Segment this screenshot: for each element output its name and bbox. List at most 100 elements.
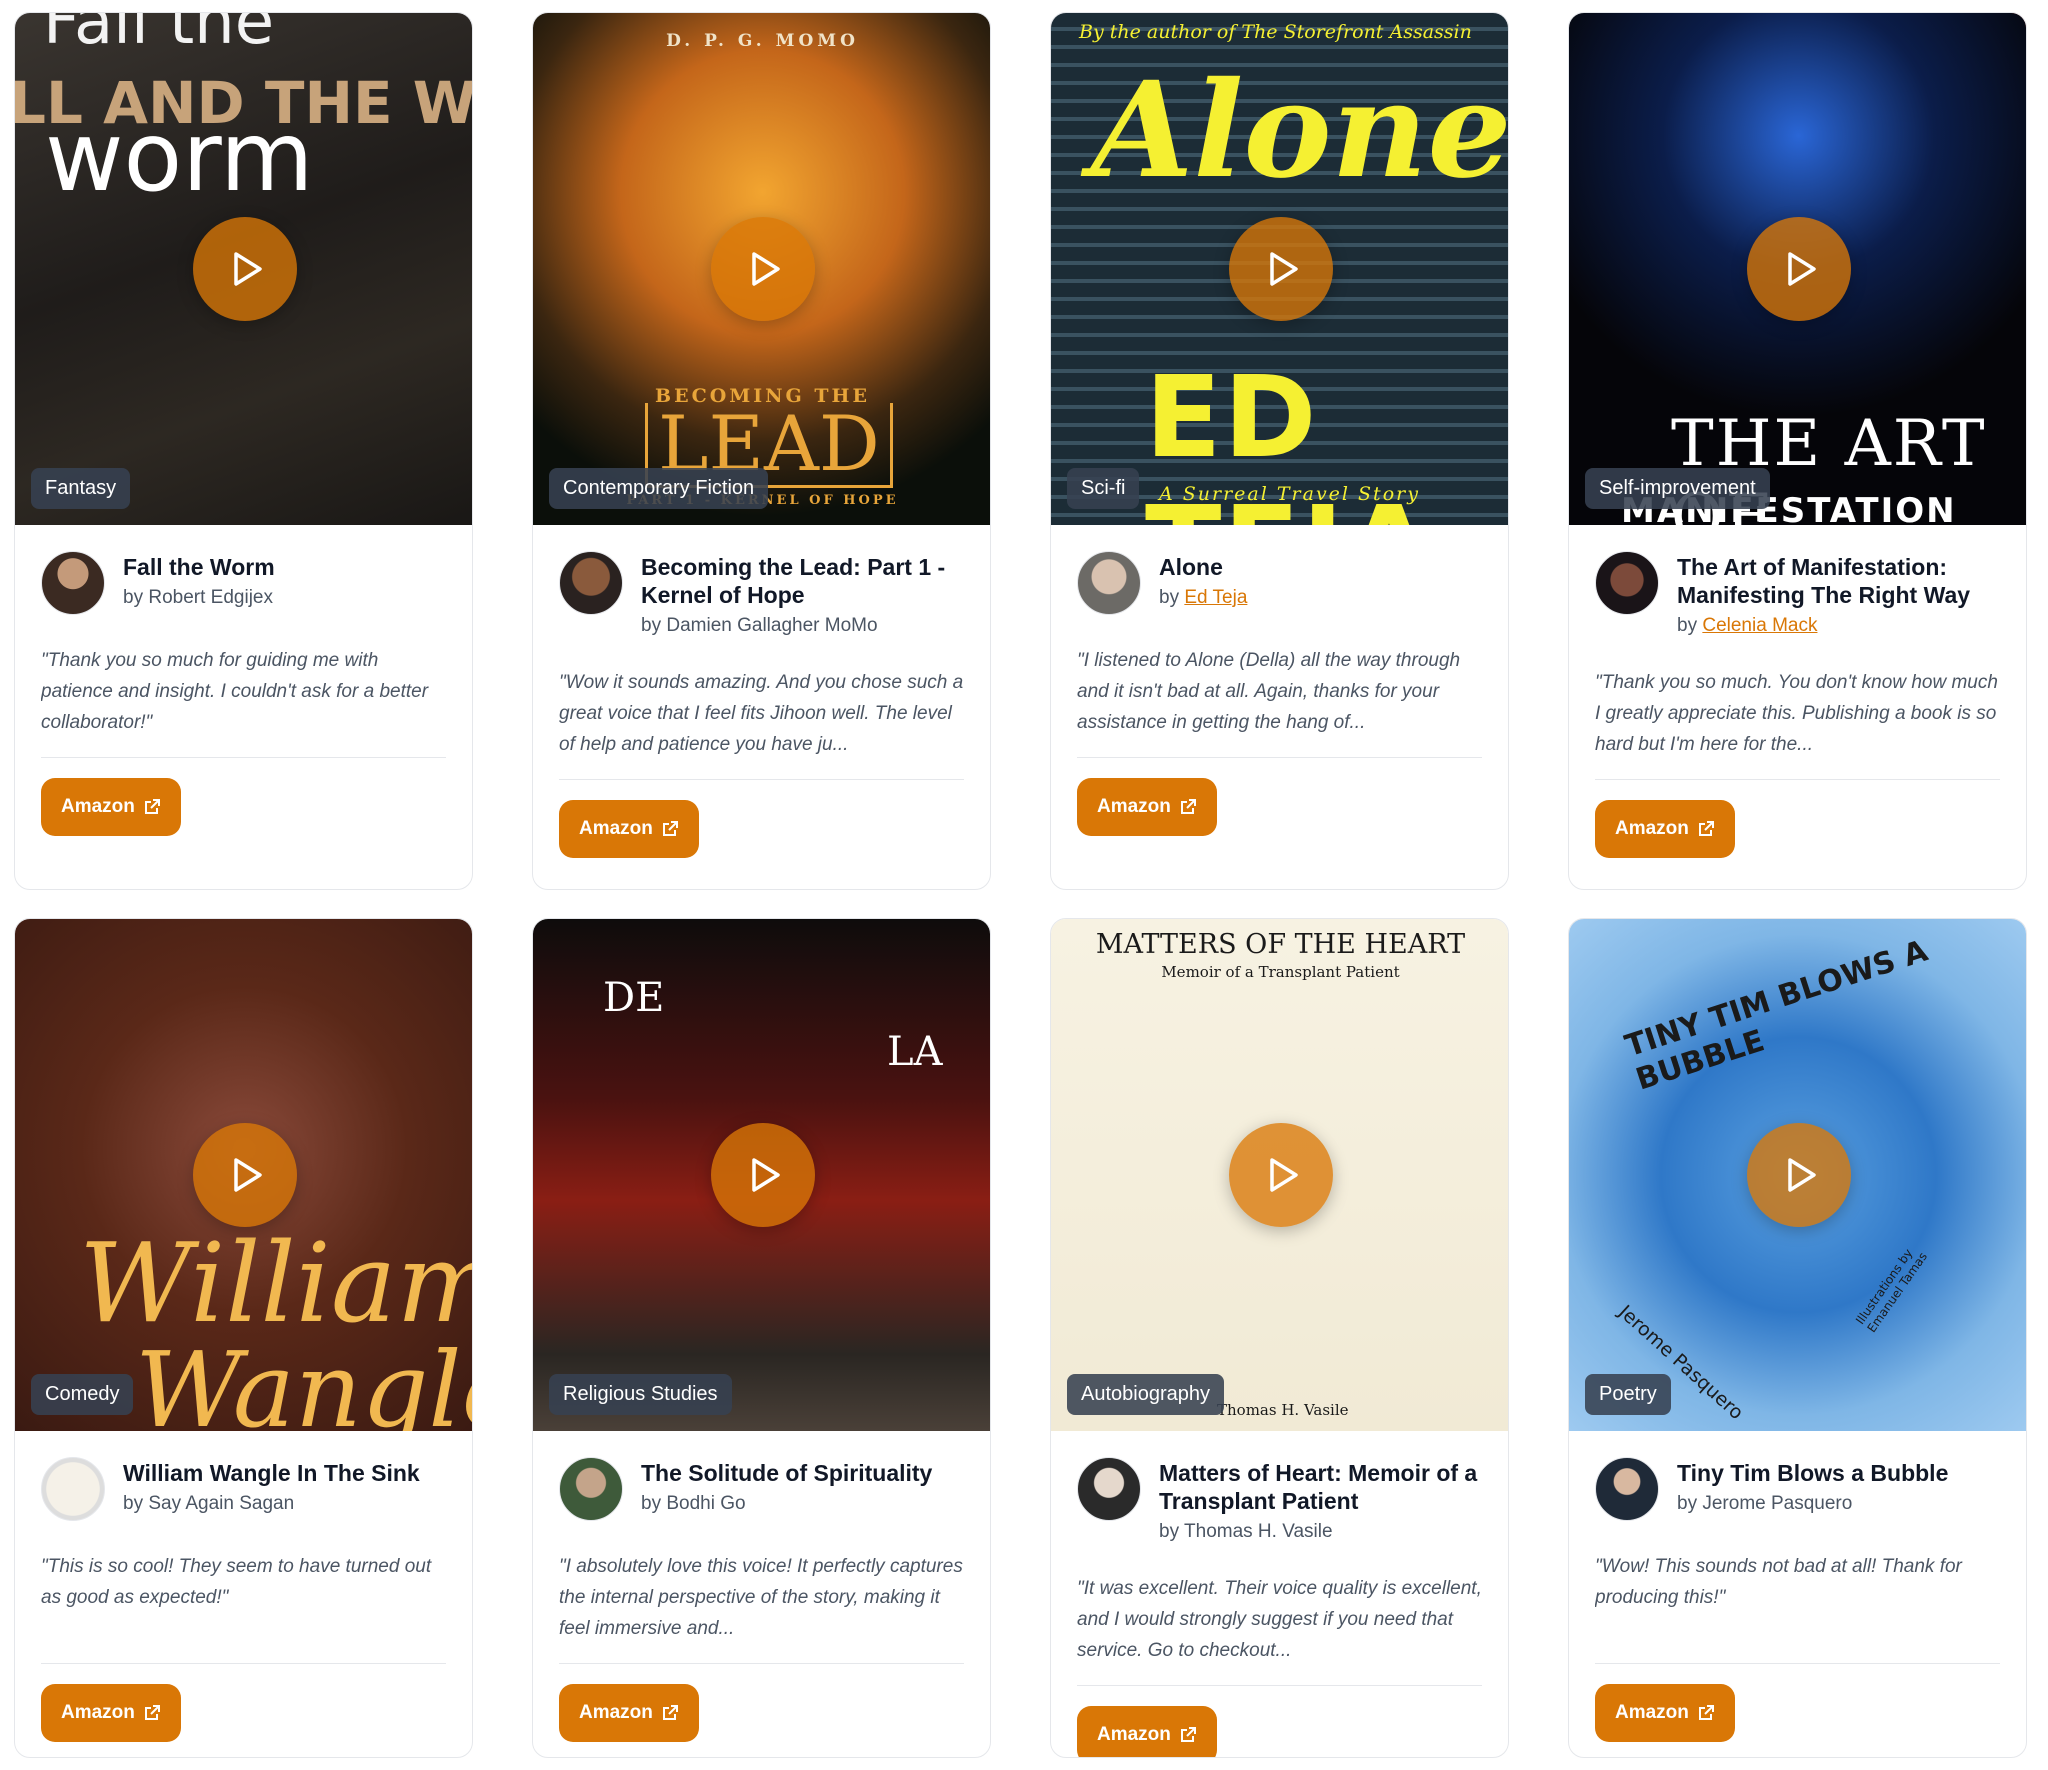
external-link-icon — [662, 1705, 678, 1720]
external-link-icon — [144, 1705, 160, 1720]
divider — [1595, 1663, 2000, 1664]
author-avatar — [1077, 1457, 1141, 1521]
amazon-button[interactable]: Amazon — [1077, 1706, 1217, 1757]
author-name: Bodhi Go — [666, 1493, 746, 1514]
amazon-button-label: Amazon — [1615, 1702, 1689, 1723]
author-name: Say Again Sagan — [148, 1493, 295, 1514]
book-cover[interactable]: TINY TIM BLOWS A BUBBLE Jerome Pasquero Il… — [1569, 919, 2026, 1431]
author-avatar — [1077, 551, 1141, 615]
book-info: Matters of Heart: Memoir of a Transplant… — [1051, 1431, 1508, 1757]
external-link-icon — [1180, 1727, 1196, 1742]
amazon-button-label: Amazon — [1097, 796, 1171, 817]
by-label: by — [641, 1493, 662, 1514]
book-info: William Wangle In The Sink by Say Again … — [15, 1431, 472, 1742]
amazon-button[interactable]: Amazon — [559, 1684, 699, 1742]
author-name: Robert Edgijex — [148, 587, 273, 608]
cover-text: By the author of The Storefront Assassin — [1079, 21, 1472, 43]
by-label: by — [123, 1493, 144, 1514]
book-title: Matters of Heart: Memoir of a Transplant… — [1159, 1460, 1478, 1514]
play-button[interactable] — [1746, 217, 1851, 321]
amazon-button-label: Amazon — [579, 1702, 653, 1723]
amazon-button-label: Amazon — [61, 1702, 135, 1723]
book-info: Becoming the Lead: Part 1 - Kernel of Ho… — [533, 525, 990, 858]
cover-text: Thomas H. Vasile — [1217, 1401, 1349, 1419]
book-info: The Solitude of Spirituality by Bodhi Go… — [533, 1431, 990, 1742]
author-name: Thomas H. Vasile — [1184, 1521, 1333, 1542]
testimonial-quote: "Thank you so much. You don't know how m… — [1595, 672, 1998, 755]
amazon-button[interactable]: Amazon — [1595, 800, 1735, 858]
divider — [41, 1663, 446, 1664]
play-button[interactable] — [1228, 1123, 1333, 1227]
cover-text: TINY TIM BLOWS A BUBBLE — [1621, 933, 1932, 1098]
amazon-button-label: Amazon — [1615, 818, 1689, 839]
by-label: by — [123, 587, 144, 608]
book-info: Tiny Tim Blows a Bubble by Jerome Pasque… — [1569, 1431, 2026, 1742]
book-card: MATTERS OF THE HEART Memoir of a Transpla… — [1050, 918, 1509, 1758]
genre-badge: Poetry — [1585, 1374, 1671, 1415]
book-cover[interactable]: D. P. G. MOMOBECOMING THELEADPART 1 - KE… — [533, 13, 990, 525]
author-byline: by Thomas H. Vasile — [1159, 1521, 1482, 1543]
book-title: Fall the Worm — [123, 554, 275, 580]
external-link-icon — [662, 821, 678, 836]
book-cover[interactable]: DE LA Religious Studies — [533, 919, 990, 1431]
amazon-button-label: Amazon — [579, 818, 653, 839]
book-cover[interactable]: Fall theLL AND THE WOworm Fantasy — [15, 13, 472, 525]
play-icon — [1787, 252, 1816, 286]
genre-badge: Autobiography — [1067, 1374, 1224, 1415]
play-icon — [751, 1158, 780, 1192]
play-button[interactable] — [710, 1123, 815, 1227]
book-info: The Art of Manifestation: Manifesting Th… — [1569, 525, 2026, 858]
play-button[interactable] — [1746, 1123, 1851, 1227]
amazon-button[interactable]: Amazon — [1595, 1684, 1735, 1742]
author-byline: by Ed Teja — [1159, 587, 1247, 609]
genre-badge: Contemporary Fiction — [549, 468, 769, 509]
book-title: William Wangle In The Sink — [123, 1460, 420, 1486]
amazon-button[interactable]: Amazon — [559, 800, 699, 858]
author-byline: by Say Again Sagan — [123, 1493, 420, 1515]
cover-text: William — [79, 1219, 473, 1347]
play-icon — [233, 1158, 262, 1192]
divider — [1595, 779, 2000, 780]
author-name[interactable]: Ed Teja — [1184, 587, 1247, 608]
book-info: Fall the Worm by Robert Edgijex "Thank y… — [15, 525, 472, 836]
book-title: Becoming the Lead: Part 1 - Kernel of Ho… — [641, 554, 946, 608]
book-cover[interactable]: THE ART OFMANIFESTATION Self-improvement — [1569, 13, 2026, 525]
amazon-button[interactable]: Amazon — [1077, 778, 1217, 836]
book-card: TINY TIM BLOWS A BUBBLE Jerome Pasquero Il… — [1568, 918, 2027, 1758]
play-button[interactable] — [710, 217, 815, 321]
author-avatar — [559, 1457, 623, 1521]
cover-text: worm — [45, 101, 314, 213]
play-button[interactable] — [192, 217, 297, 321]
play-icon — [1787, 1158, 1816, 1192]
author-avatar — [1595, 551, 1659, 615]
cover-text: Illustrations by Emanuel Tamas — [1853, 1246, 1931, 1336]
author-avatar — [41, 1457, 105, 1521]
cover-text: Alone — [1091, 53, 1509, 208]
play-icon — [233, 252, 262, 286]
play-button[interactable] — [192, 1123, 297, 1227]
book-cover[interactable]: WilliamWangle Comedy — [15, 919, 473, 1431]
by-label: by — [1159, 1521, 1180, 1542]
cover-text: Fall the — [43, 13, 275, 59]
book-info: Alone by Ed Teja "I listened to Alone (D… — [1051, 525, 1508, 836]
author-byline: by Robert Edgijex — [123, 587, 275, 609]
divider — [41, 757, 446, 758]
cover-text: MATTERS OF THE HEART — [1095, 929, 1466, 960]
play-button[interactable] — [1228, 217, 1333, 321]
cover-text: DE — [603, 975, 665, 1021]
book-cover[interactable]: By the author of The Storefront Assassin… — [1051, 13, 1509, 525]
author-name[interactable]: Celenia Mack — [1702, 615, 1817, 636]
book-card: By the author of The Storefront Assassin… — [1050, 12, 1509, 890]
amazon-button-label: Amazon — [61, 796, 135, 817]
author-byline: by Celenia Mack — [1677, 615, 2000, 637]
external-link-icon — [1698, 1705, 1714, 1720]
amazon-button[interactable]: Amazon — [41, 778, 181, 836]
genre-badge: Religious Studies — [549, 1374, 732, 1415]
genre-badge: Sci-fi — [1067, 468, 1140, 509]
book-title: Alone — [1159, 554, 1223, 580]
play-icon — [1269, 252, 1298, 286]
amazon-button[interactable]: Amazon — [41, 1684, 181, 1742]
amazon-button-label: Amazon — [1097, 1724, 1171, 1745]
author-byline: by Bodhi Go — [641, 1493, 932, 1515]
book-cover[interactable]: MATTERS OF THE HEART Memoir of a Transpla… — [1051, 919, 1508, 1431]
